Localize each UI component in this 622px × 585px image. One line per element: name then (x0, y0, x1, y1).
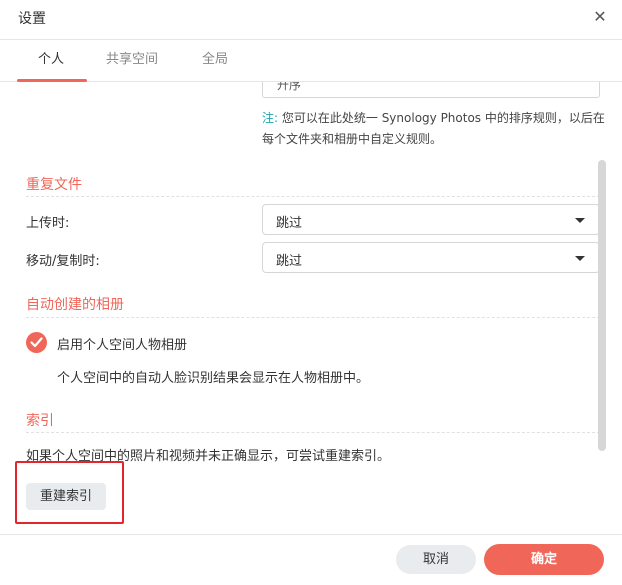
cancel-button[interactable]: 取消 (396, 545, 476, 574)
note-prefix: 注: (262, 111, 279, 125)
upload-duplicate-value: 跳过 (276, 216, 303, 231)
section-title-duplicates: 重复文件 (26, 177, 82, 193)
check-icon (30, 337, 43, 348)
section-title-index: 索引 (26, 413, 54, 429)
move-copy-duplicate-value: 跳过 (276, 254, 303, 269)
settings-content: 升序 注: 您可以在此处统一 Synology Photos 中的排序规则，以后… (0, 82, 622, 534)
ok-button[interactable]: 确定 (484, 544, 604, 575)
section-divider (26, 196, 600, 197)
title-bar: 设置 ✕ (0, 0, 622, 40)
dialog-title: 设置 (18, 11, 46, 27)
tab-personal[interactable]: 个人 (38, 40, 64, 82)
section-title-auto-album: 自动创建的相册 (26, 297, 124, 313)
move-copy-duplicate-select[interactable]: 跳过 (262, 242, 600, 273)
upload-duplicate-select[interactable]: 跳过 (262, 204, 600, 235)
section-divider (26, 317, 600, 318)
person-album-description: 个人空间中的自动人脸识别结果会显示在人物相册中。 (57, 371, 370, 386)
dialog-footer: 取消 确定 (0, 534, 622, 585)
rebuild-index-button[interactable]: 重建索引 (26, 483, 106, 510)
person-album-label[interactable]: 启用个人空间人物相册 (57, 334, 187, 353)
chevron-down-icon (575, 218, 585, 223)
move-copy-label: 移动/复制时: (26, 254, 100, 269)
section-divider (26, 432, 600, 433)
person-album-checkbox[interactable] (26, 332, 47, 353)
sort-order-value: 升序 (277, 82, 302, 92)
upload-label: 上传时: (26, 216, 70, 231)
note-text: 您可以在此处统一 Synology Photos 中的排序规则，以后在每个文件夹… (262, 111, 605, 146)
close-icon[interactable]: ✕ (592, 7, 608, 27)
sort-note: 注: 您可以在此处统一 Synology Photos 中的排序规则，以后在每个… (262, 108, 607, 150)
scrollbar[interactable] (598, 160, 606, 451)
sort-order-select[interactable]: 升序 (262, 82, 600, 98)
tab-shared-space[interactable]: 共享空间 (106, 40, 158, 82)
tab-global[interactable]: 全局 (202, 40, 228, 82)
chevron-down-icon (575, 256, 585, 261)
tab-bar: 个人 共享空间 全局 (0, 40, 622, 82)
